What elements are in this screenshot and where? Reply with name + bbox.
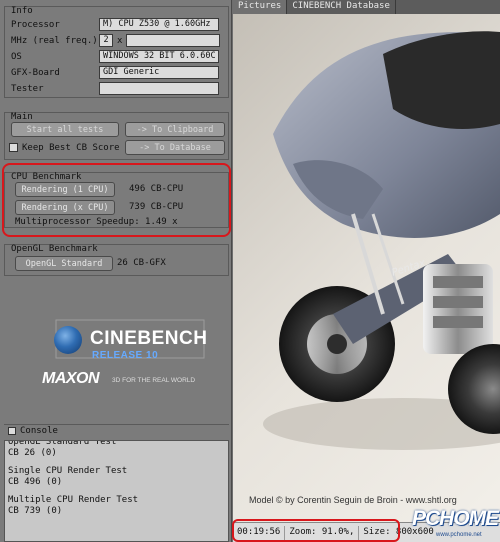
settings-panel: Info Processor M) CPU Z530 @ 1.60GHz MHz…	[0, 0, 232, 542]
mhz-row: MHz (real freq.) 2 x	[11, 33, 221, 48]
os-row: OS WINDOWS 32 BIT 6.0.60C	[11, 49, 219, 64]
highlight-box-cpu	[2, 163, 231, 237]
processor-row: Processor M) CPU Z530 @ 1.60GHz	[11, 17, 219, 32]
console-header[interactable]: Console	[4, 424, 229, 436]
mhz-multiplier-field[interactable]: 2	[99, 34, 113, 47]
console-output[interactable]: OpenGL Standard Test CB 26 (0) Single CPU …	[4, 440, 229, 542]
mhz-field[interactable]	[126, 34, 221, 47]
console-line: Multiple CPU Render Test	[8, 495, 139, 505]
mhz-label: MHz (real freq.)	[11, 35, 98, 46]
console-line: OpenGL Standard Test	[8, 440, 117, 447]
keep-best-checkbox[interactable]	[9, 143, 18, 152]
os-field[interactable]: WINDOWS 32 BIT 6.0.60C	[99, 50, 219, 63]
tab-bar: Pictures CINEBENCH Database	[233, 0, 500, 14]
console-spacer	[5, 487, 228, 495]
gfx-row: GFX-Board GDI Generic	[11, 65, 219, 80]
console-spacer	[5, 458, 228, 466]
watermark-text: PCHOME	[412, 507, 499, 530]
opengl-score: 26 CB-GFX	[117, 258, 166, 268]
render-viewport: Pentax Model © by Corentin Seguin de Bro…	[233, 14, 500, 522]
console-line: CB 739 (0)	[8, 505, 63, 516]
motorcycle-render: Pentax	[263, 31, 500, 450]
cinebench-logo: CINEBENCH RELEASE 10 MAXON 3D FOR THE RE…	[36, 296, 207, 406]
keep-best-label: Keep Best CB Score	[22, 142, 120, 153]
console-toggle-icon[interactable]	[8, 426, 16, 435]
tester-field[interactable]	[99, 82, 219, 95]
watermark-url: www.pchome.net	[436, 532, 482, 538]
keep-best-row: Keep Best CB Score	[9, 140, 120, 155]
tester-label: Tester	[11, 83, 44, 94]
cinebench-title: CINEBENCH	[90, 328, 208, 349]
highlight-box-status	[232, 519, 400, 542]
cinebench-release: RELEASE 10	[92, 350, 159, 361]
console-line: CB 26 (0)	[8, 447, 57, 458]
main-title: Main	[11, 112, 33, 122]
mhz-x-label: x	[117, 35, 123, 46]
info-group: Info Processor M) CPU Z530 @ 1.60GHz MHz…	[4, 6, 229, 98]
processor-field[interactable]: M) CPU Z530 @ 1.60GHz	[99, 18, 219, 31]
maxon-logo: MAXON	[42, 370, 100, 387]
processor-label: Processor	[11, 19, 60, 30]
gfx-field[interactable]: GDI Generic	[99, 66, 219, 79]
to-clipboard-button[interactable]: -> To Clipboard	[125, 122, 225, 137]
main-group: Main Start all tests -> To Clipboard Kee…	[4, 112, 229, 160]
console-label: Console	[20, 425, 58, 436]
console-line: Single CPU Render Test	[8, 466, 128, 476]
start-all-tests-button[interactable]: Start all tests	[11, 122, 119, 137]
opengl-standard-button[interactable]: OpenGL Standard	[15, 256, 113, 271]
opengl-benchmark-group: OpenGL Benchmark OpenGL Standard 26 CB-G…	[4, 244, 229, 276]
opengl-benchmark-title: OpenGL Benchmark	[11, 244, 98, 254]
console-line: CB 496 (0)	[8, 476, 63, 487]
tester-row: Tester	[11, 81, 219, 96]
tab-database[interactable]: CINEBENCH Database	[287, 0, 396, 14]
tab-pictures[interactable]: Pictures	[233, 0, 288, 14]
pchome-watermark: PCHOME www.pchome.net	[400, 505, 500, 542]
cinebench-sphere-icon	[54, 326, 82, 354]
gfx-label: GFX-Board	[11, 67, 60, 78]
info-title: Info	[11, 6, 33, 16]
to-database-button[interactable]: -> To Database	[125, 140, 225, 155]
os-label: OS	[11, 51, 22, 62]
model-credit: Model © by Corentin Seguin de Broin - ww…	[249, 495, 457, 505]
console-lines: OpenGL Standard Test CB 26 (0) Single CPU …	[5, 440, 228, 516]
maxon-tagline: 3D FOR THE REAL WORLD	[112, 377, 196, 384]
